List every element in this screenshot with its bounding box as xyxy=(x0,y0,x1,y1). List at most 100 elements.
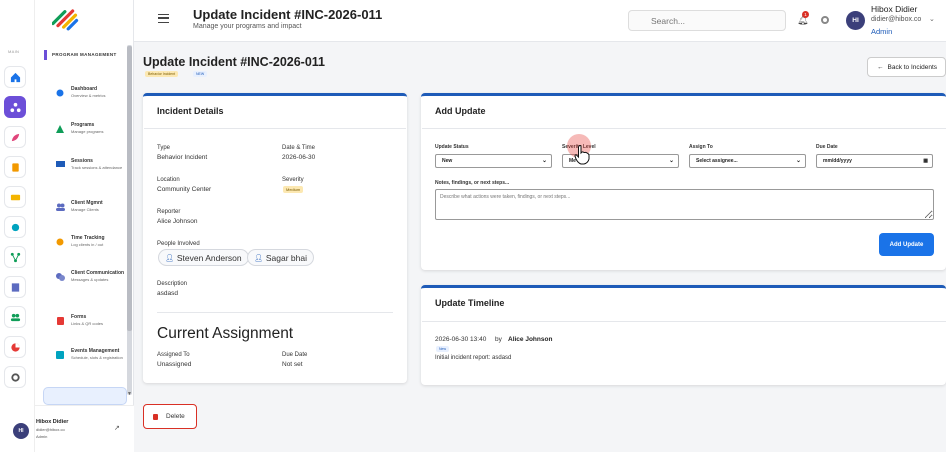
logout-icon[interactable]: ↗ xyxy=(114,424,120,432)
trash-icon xyxy=(153,413,158,420)
chevron-down-icon: ⌄ xyxy=(795,158,801,164)
back-to-incidents-button[interactable]: ← Back to Incidents xyxy=(867,57,946,77)
form-icon xyxy=(52,313,68,329)
assignment-due-label: Due Date xyxy=(282,352,308,358)
timeline-entry-author: Alice Johnson xyxy=(508,336,553,343)
arrow-left-icon: ← xyxy=(877,63,884,71)
update-status-select[interactable]: New ⌄ xyxy=(435,154,552,168)
divider xyxy=(422,128,946,129)
sidebar-scrollbar-thumb[interactable] xyxy=(127,46,132,331)
severity-badge: Medium xyxy=(283,186,304,193)
timeline-heading: Update Timeline xyxy=(435,298,505,308)
add-update-heading: Add Update xyxy=(435,106,486,116)
timeline-entry-text: Initial incident report: asdasd xyxy=(435,355,512,361)
rail-chart-icon[interactable] xyxy=(4,336,26,358)
description-value: asdasd xyxy=(157,290,178,297)
add-update-button[interactable]: Add Update xyxy=(879,233,934,256)
chevron-down-icon: ⌄ xyxy=(541,158,547,164)
notification-badge: 1 xyxy=(802,11,809,18)
sidebar-item-desc: Links & QR codes xyxy=(71,321,104,326)
person-chip[interactable]: 👤︎ Steven Anderson xyxy=(158,249,249,266)
location-value: Community Center xyxy=(157,186,212,193)
timeline-entry-by: by xyxy=(495,336,502,343)
sidebar-item-desc: Overview & metrics xyxy=(71,93,106,98)
theme-toggle-icon[interactable] xyxy=(821,16,829,24)
status-badge: NEW xyxy=(193,71,208,77)
sidebar-item-label: Sessions xyxy=(71,158,93,164)
sidebar-item-desc: Manage programs xyxy=(71,129,104,134)
chevron-down-icon[interactable]: ⌄ xyxy=(929,15,935,23)
page-header-subtitle: Manage your programs and impact xyxy=(193,23,302,30)
footer-user-role: Admin xyxy=(36,434,48,439)
sidebar-item-events-management[interactable]: Events Management Schedule, slots & regis… xyxy=(40,340,126,372)
reporter-value: Alice Johnson xyxy=(157,218,198,225)
timeline-entry-date: 2026-06-30 13:40 xyxy=(435,336,487,343)
rail-label: MAIN xyxy=(8,49,20,54)
sidebar-item-time-tracking[interactable]: Time Tracking Log clients in / out xyxy=(40,227,126,259)
sidebar-item-desc: Manage Clients xyxy=(71,207,99,212)
update-status-value: New xyxy=(442,158,453,164)
assign-to-select[interactable]: Select assignee... ⌄ xyxy=(689,154,806,168)
assigned-to-label: Assigned To xyxy=(157,352,190,358)
scroll-down-arrow-icon[interactable]: ▼ xyxy=(127,391,132,397)
app-logo-icon[interactable] xyxy=(52,5,82,35)
calendar-icon xyxy=(52,347,68,363)
rail-network-icon[interactable] xyxy=(4,246,26,268)
rail-users-icon[interactable] xyxy=(4,306,26,328)
icon-rail: MAIN xyxy=(0,0,35,452)
people-label: People Involved xyxy=(157,241,200,247)
footer-user-email: didier@hibox.co xyxy=(36,427,65,432)
notes-textarea[interactable] xyxy=(435,189,934,220)
sidebar-item-label: Forms xyxy=(71,314,87,320)
dashboard-icon xyxy=(52,85,68,101)
rail-programs-icon[interactable] xyxy=(4,96,26,118)
rail-ticket-icon[interactable] xyxy=(4,186,26,208)
rail-document-icon[interactable] xyxy=(4,276,26,298)
page-header-title: Update Incident #INC-2026-011 xyxy=(193,7,383,22)
menu-toggle-icon[interactable] xyxy=(158,14,169,23)
rail-settings-icon[interactable] xyxy=(4,366,26,388)
header-user-role: Admin xyxy=(871,27,893,36)
sidebar-item-desc: Messages & updates xyxy=(71,277,109,282)
user-icon: 👤︎ xyxy=(165,254,174,262)
timeline-status-badge: New xyxy=(436,346,450,352)
assignment-due-value: Not set xyxy=(282,361,303,368)
header-avatar[interactable]: HI xyxy=(846,11,865,30)
location-label: Location xyxy=(157,177,180,183)
sidebar-item-client-communication[interactable]: Client Communication Messages & updates xyxy=(40,262,126,294)
hand-cursor-icon xyxy=(574,145,590,165)
clock-icon xyxy=(52,234,68,250)
rail-home-icon[interactable] xyxy=(4,66,26,88)
divider xyxy=(422,321,946,322)
rail-rocket-icon[interactable] xyxy=(4,126,26,148)
sidebar-section-title: PROGRAM MANAGEMENT xyxy=(44,50,129,60)
sidebar-item-label: Time Tracking xyxy=(71,235,105,241)
update-status-label: Update Status xyxy=(435,144,469,150)
sidebar-item-forms[interactable]: Forms Links & QR codes xyxy=(40,306,126,338)
sidebar-item-label: Programs xyxy=(71,122,95,128)
due-date-label: Due Date xyxy=(816,144,838,150)
person-name: Sagar bhai xyxy=(265,252,308,263)
notes-label: Notes, findings, or next steps... xyxy=(435,180,510,186)
search-input[interactable] xyxy=(628,10,786,31)
rail-circle-icon[interactable] xyxy=(4,216,26,238)
sidebar-item-desc: Log clients in / out xyxy=(71,242,104,247)
sidebar-item-programs[interactable]: Programs Manage programs xyxy=(40,114,126,146)
datetime-value: 2026-06-30 xyxy=(282,154,316,161)
assign-to-label: Assign To xyxy=(689,144,713,150)
sidebar-item-client-mgmt[interactable]: Client Mgmnt Manage Clients xyxy=(40,192,126,224)
assign-to-value: Select assignee... xyxy=(696,158,738,164)
delete-button[interactable]: Delete xyxy=(143,404,197,429)
rail-clipboard-icon[interactable] xyxy=(4,156,26,178)
chevron-down-icon: ⌄ xyxy=(668,158,674,164)
monitor-icon xyxy=(52,157,68,173)
sidebar-item-active-partial[interactable] xyxy=(43,387,127,405)
current-assignment-heading: Current Assignment xyxy=(157,325,294,342)
sidebar-item-sessions[interactable]: Sessions Track sessions & attendance xyxy=(40,150,126,182)
due-date-input[interactable]: mm/dd/yyyy ▦ xyxy=(816,154,933,168)
avatar[interactable]: HI xyxy=(13,423,29,439)
sidebar-item-dashboard[interactable]: Dashboard Overview & metrics xyxy=(40,78,126,110)
description-label: Description xyxy=(157,281,188,287)
programs-icon xyxy=(52,121,68,137)
person-chip[interactable]: 👤︎ Sagar bhai xyxy=(247,249,315,266)
